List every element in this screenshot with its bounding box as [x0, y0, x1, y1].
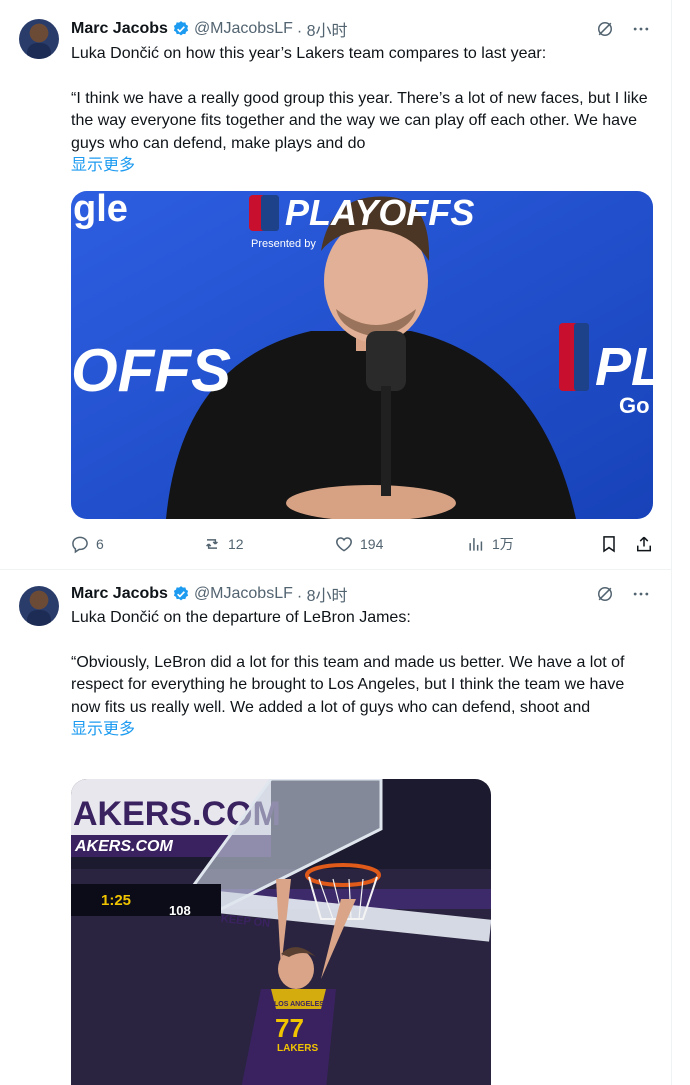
repost-icon — [206, 539, 218, 549]
timestamp[interactable]: · 8小时 — [297, 582, 348, 606]
reply-button[interactable]: 6 — [70, 534, 104, 554]
author-name[interactable]: Marc Jacobs — [71, 20, 168, 38]
image-text-jersey-top: LOS ANGELES — [274, 1001, 324, 1008]
like-button[interactable]: 194 — [334, 534, 383, 554]
tweet-actions: 6 12 194 1万 — [64, 529, 662, 559]
tweet-text: Luka Dončić on how this year’s Lakers te… — [71, 43, 657, 178]
bookmark-button[interactable] — [599, 534, 619, 554]
tweet-text: Luka Dončić on the departure of LeBron J… — [71, 607, 657, 742]
views-icon — [469, 538, 483, 551]
image-text-right: PL — [595, 337, 653, 397]
repost-button[interactable]: 12 — [202, 534, 244, 554]
show-more-link[interactable]: 显示更多 — [71, 155, 657, 178]
share-icon — [637, 536, 651, 552]
more-icon[interactable] — [630, 18, 652, 40]
more-icon[interactable] — [630, 583, 652, 605]
tweet-header: Marc Jacobs @MJacobsLF · 8小时 — [71, 18, 348, 40]
image-text-score: 108 — [169, 903, 191, 918]
image-text-banner2: AKERS.COM — [74, 838, 173, 855]
bookmark-icon — [603, 536, 615, 553]
share-button[interactable] — [634, 534, 654, 554]
tweet-line: Luka Dončić on the departure of LeBron J… — [71, 609, 411, 626]
image-text-jersey-num: 77 — [275, 1013, 304, 1043]
grok-icon[interactable] — [594, 18, 616, 40]
author-handle[interactable]: @MJacobsLF — [194, 585, 293, 603]
author-handle[interactable]: @MJacobsLF — [194, 20, 293, 38]
image-text-go: Go — [619, 393, 650, 418]
timeline: Marc Jacobs @MJacobsLF · 8小时 Luka Dončić… — [0, 0, 672, 1085]
image-text-left: gle — [73, 191, 128, 230]
tweet-media-image[interactable]: gle PLAYOFFS Presented by OFFS PL Go — [71, 191, 653, 519]
image-text-top: PLAYOFFS — [285, 192, 474, 233]
avatar[interactable] — [19, 19, 59, 59]
author-name[interactable]: Marc Jacobs — [71, 585, 168, 603]
tweet-header: Marc Jacobs @MJacobsLF · 8小时 — [71, 583, 348, 605]
tweet-line: Luka Dončić on how this year’s Lakers te… — [71, 45, 547, 62]
tweet-quote: “I think we have a really good group thi… — [71, 89, 648, 152]
like-count: 194 — [360, 536, 384, 552]
image-text-mid: OFFS — [71, 337, 231, 404]
tweet-quote: “Obviously, LeBron did a lot for this te… — [71, 653, 625, 716]
views-count: 1万 — [492, 536, 514, 552]
grok-icon[interactable] — [594, 583, 616, 605]
verified-badge-icon — [173, 21, 189, 36]
views-button[interactable]: 1万 — [466, 534, 514, 554]
verified-badge-icon — [173, 586, 189, 601]
tweet[interactable]: Marc Jacobs @MJacobsLF · 8小时 Luka Dončić… — [0, 0, 672, 570]
avatar[interactable] — [19, 586, 59, 626]
like-icon — [336, 537, 352, 552]
timestamp[interactable]: · 8小时 — [297, 17, 348, 41]
repost-count: 12 — [228, 536, 244, 552]
image-text-jersey-team: LAKERS — [277, 1043, 318, 1054]
tweet[interactable]: Marc Jacobs @MJacobsLF · 8小时 Luka Dončić… — [0, 571, 672, 1085]
image-text-clock: 1:25 — [101, 892, 131, 909]
image-text-presented: Presented by — [251, 238, 316, 250]
show-more-link[interactable]: 显示更多 — [71, 719, 657, 742]
tweet-media-image[interactable]: AKERS.COM AKERS.COM 1:25 108 KEEP ON 77 … — [71, 779, 491, 1085]
reply-icon — [72, 536, 88, 554]
reply-count: 6 — [96, 536, 104, 552]
